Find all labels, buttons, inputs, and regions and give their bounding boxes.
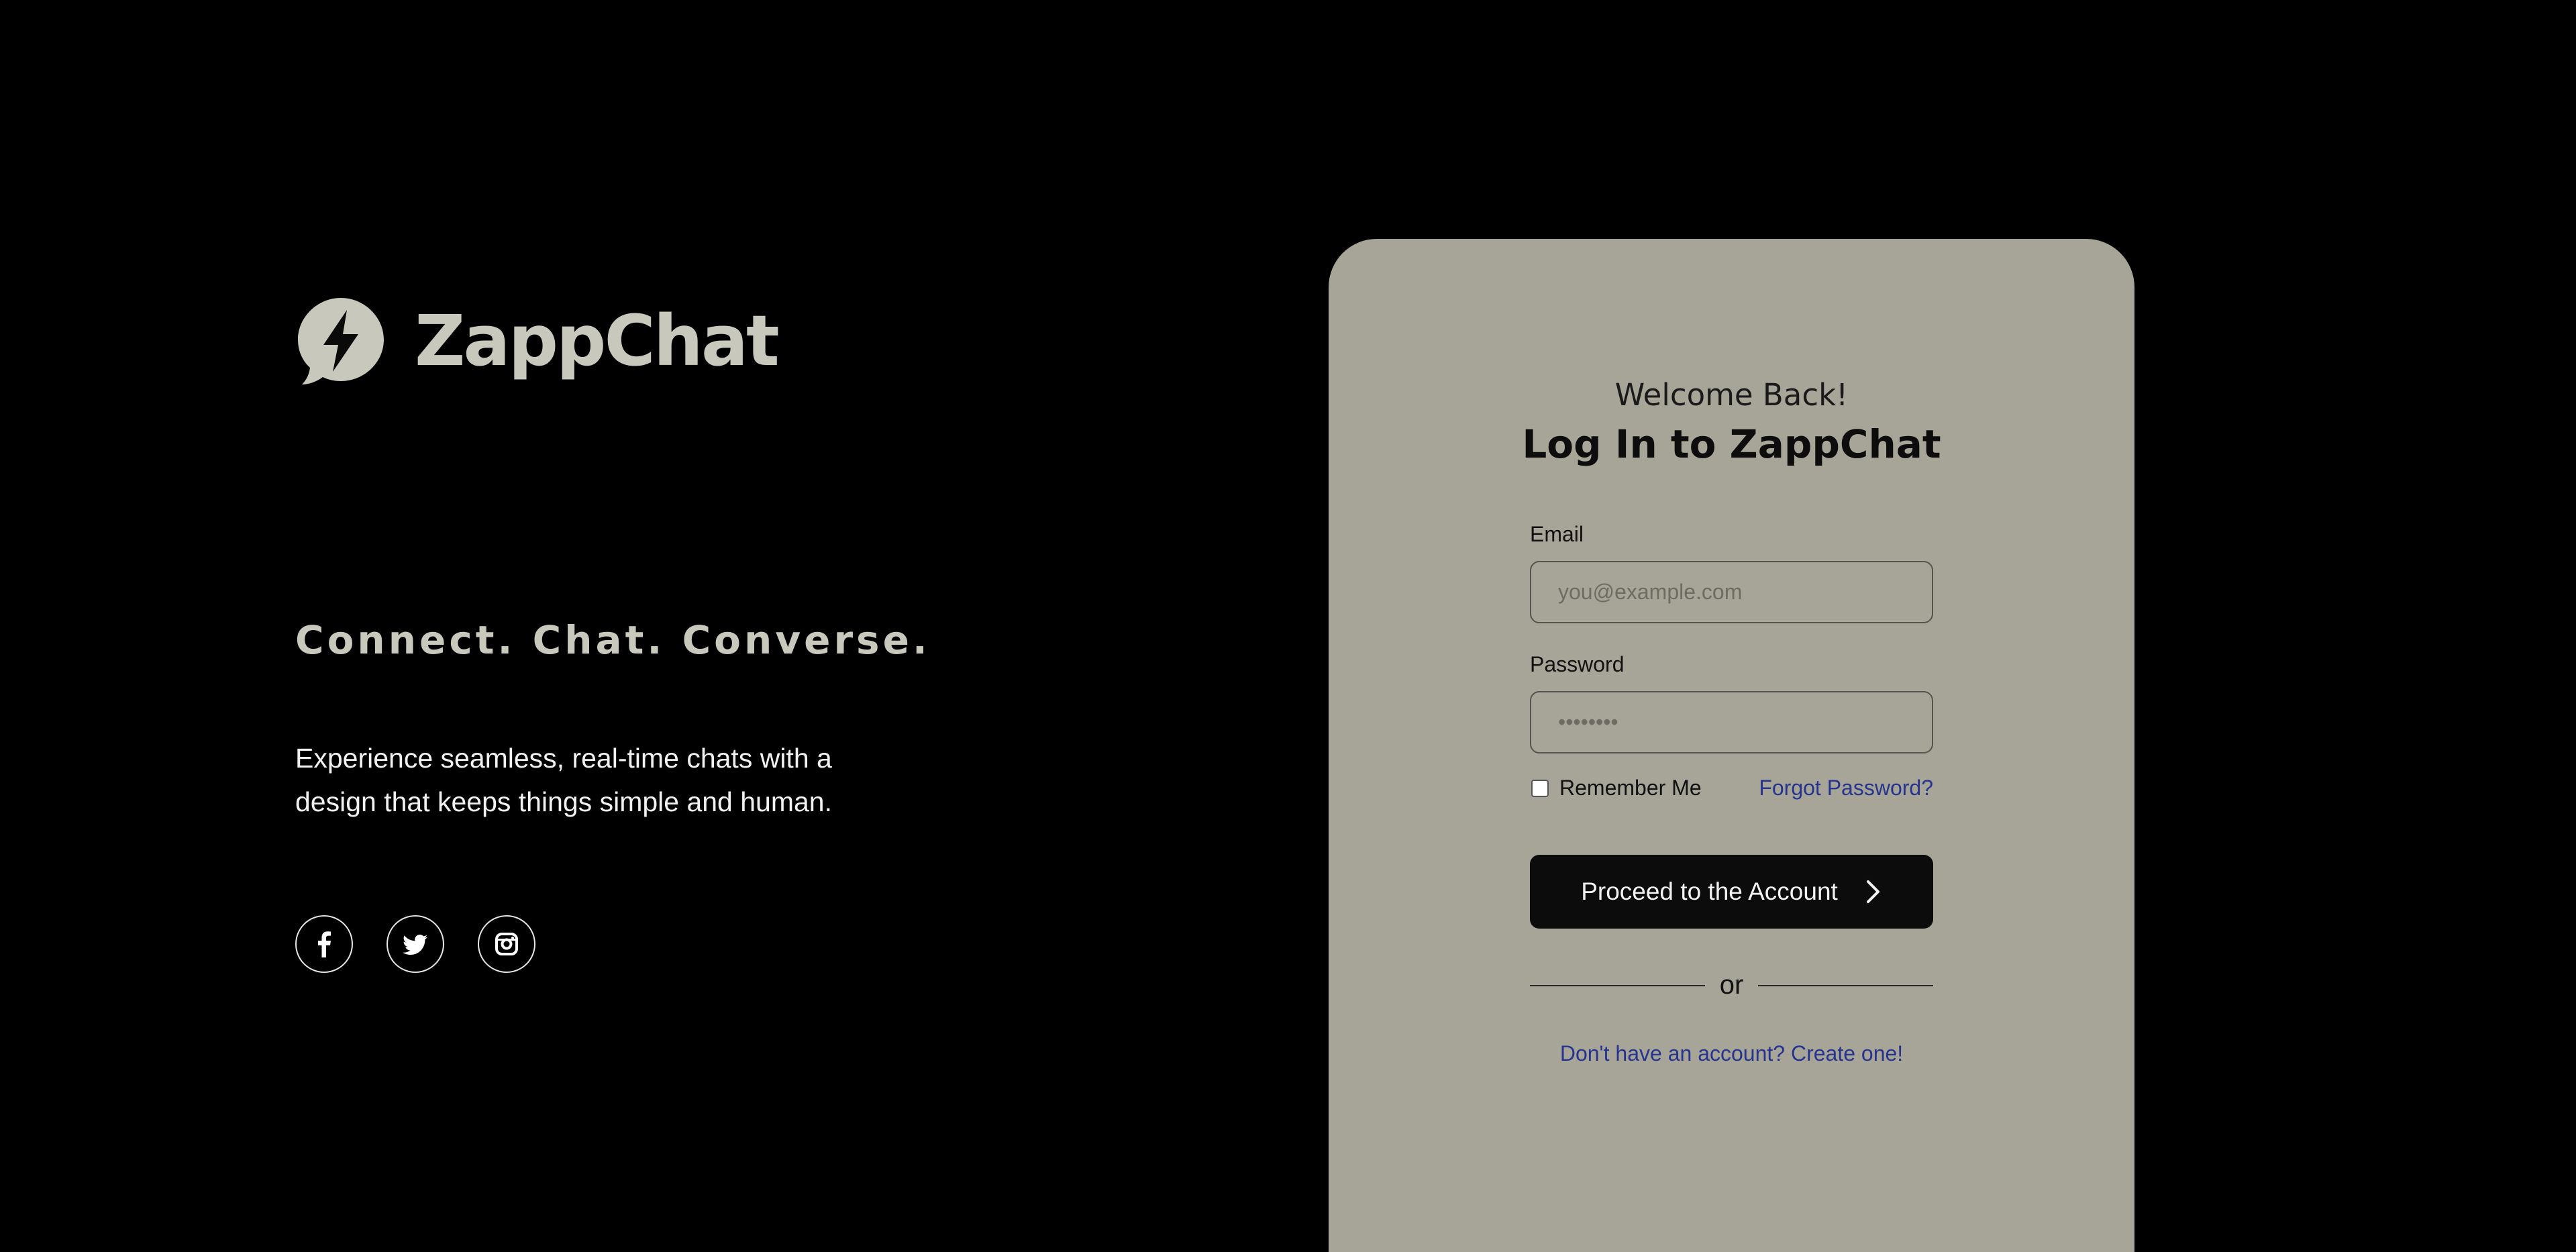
brand: ZappChat (295, 295, 780, 386)
create-account-link[interactable]: Don't have an account? Create one! (1530, 1041, 1933, 1066)
divider-line (1758, 984, 1934, 986)
welcome-text: Welcome Back! (1614, 377, 1849, 413)
email-input[interactable] (1530, 561, 1933, 623)
password-input[interactable] (1530, 691, 1933, 753)
hero-tagline: Connect. Chat. Converse. (295, 617, 931, 663)
remember-me: Remember Me (1530, 776, 1702, 800)
facebook-button[interactable] (295, 915, 353, 973)
login-page: ZappChat Connect. Chat. Converse. Experi… (0, 0, 2576, 1252)
chevron-right-icon (1866, 880, 1879, 903)
or-divider: or (1530, 970, 1934, 1000)
lightning-chat-bubble-icon (298, 298, 384, 384)
brand-name: ZappChat (415, 300, 780, 382)
instagram-icon (495, 933, 518, 955)
forgot-password-link[interactable]: Forgot Password? (1759, 776, 1933, 800)
social-links (295, 915, 535, 973)
divider-text: or (1719, 970, 1744, 1000)
remember-me-label: Remember Me (1559, 776, 1702, 800)
divider-line (1530, 984, 1705, 986)
twitter-button[interactable] (387, 915, 444, 973)
login-card: Welcome Back! Log In to ZappChat Email P… (1329, 239, 2134, 1252)
instagram-button[interactable] (478, 915, 535, 973)
remember-me-checkbox[interactable] (1531, 779, 1549, 797)
hero-description: Experience seamless, real-time chats wit… (295, 743, 833, 817)
email-label: Email (1530, 522, 1584, 546)
login-title: Log In to ZappChat (1522, 421, 1941, 467)
proceed-button[interactable]: Proceed to the Account (1530, 855, 1933, 929)
twitter-icon (403, 935, 427, 955)
facebook-icon (318, 931, 331, 957)
proceed-button-label: Proceed to the Account (1581, 878, 1838, 905)
password-label: Password (1530, 652, 1625, 676)
